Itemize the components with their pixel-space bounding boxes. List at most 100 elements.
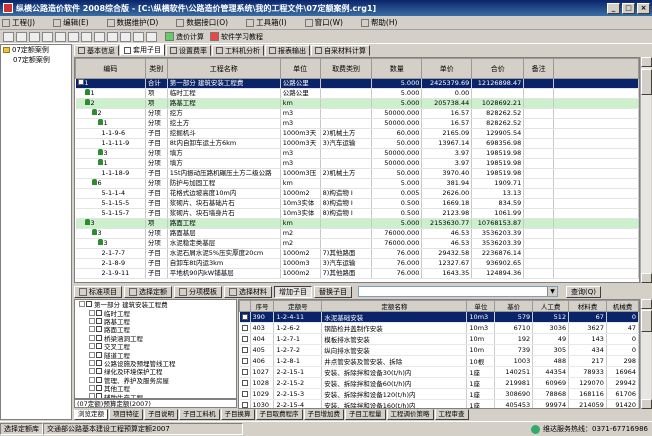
tree-node[interactable]: 路基工程 bbox=[75, 317, 236, 326]
add-item-button[interactable]: 增加子目 bbox=[274, 285, 312, 298]
grid-header[interactable]: 单位 bbox=[466, 300, 496, 312]
copy-icon[interactable] bbox=[55, 31, 66, 42]
bottom-tab[interactable]: 子目取费程序 bbox=[255, 409, 303, 420]
table-row[interactable]: 1028 2-2-15-2 安装、拆除拌和设备60(t/h)内 1座 219981 609… bbox=[239, 377, 639, 389]
grid-header[interactable]: 单价 bbox=[421, 58, 473, 79]
table-row[interactable]: 1 合计 第一部分 建筑安装工程费 公路公里 5.000 2425379.69 121268… bbox=[75, 78, 639, 89]
expand-icon[interactable] bbox=[89, 376, 95, 383]
table-row[interactable]: 5-1-15-5 子目 浆砌片、块石基础片石 10m3实体 8)构造物 I 0.500 16… bbox=[75, 198, 639, 209]
row-check-cell[interactable] bbox=[239, 322, 251, 334]
table-row[interactable]: 1 分项 填方 m3 50000.000 3.97 198519.98 bbox=[75, 158, 639, 169]
bottom-tab[interactable]: 项目特征 bbox=[109, 409, 143, 420]
bottom-tab[interactable]: 子目工料机 bbox=[179, 409, 220, 420]
tree-checkbox[interactable] bbox=[96, 343, 102, 350]
print-icon[interactable] bbox=[94, 31, 105, 42]
grid-header[interactable]: 编码 bbox=[75, 58, 146, 79]
table-row[interactable]: 1-1-11-9 子目 8t内自卸车运土方6km 1000m3天 3)汽车运输 50.00… bbox=[75, 138, 639, 149]
row-check-cell[interactable] bbox=[239, 333, 251, 345]
table-row[interactable]: 406 1-2-8-1 井点管安装及管安装、拆除 10根 1003 488 217 298 bbox=[239, 355, 639, 367]
table-row[interactable]: 2-1-8-9 子目 自卸车8t内运3km 1000m3 3)汽车运输 76.000 123… bbox=[75, 258, 639, 269]
row-checkbox[interactable] bbox=[241, 358, 248, 364]
tree-checkbox[interactable] bbox=[86, 301, 92, 308]
tree-checkbox[interactable] bbox=[96, 368, 102, 375]
lower-toolbar-button[interactable]: 选择材料 bbox=[224, 285, 272, 298]
menu-item[interactable]: 数据接口(O) bbox=[174, 17, 230, 28]
menu-item[interactable]: 窗口(W) bbox=[303, 17, 345, 28]
menu-item[interactable]: 数据维护(D) bbox=[105, 17, 161, 28]
table-row[interactable]: 1029 2-2-15-3 安装、拆除拌和设备120(t/h)内 1座 308690 78… bbox=[239, 388, 639, 400]
expand-icon[interactable] bbox=[89, 385, 95, 392]
scroll-thumb[interactable] bbox=[641, 310, 652, 332]
upper-tab[interactable]: 报表输出 bbox=[265, 45, 310, 56]
expand-icon[interactable] bbox=[89, 368, 95, 375]
tree-node[interactable]: 管理、养护及服务房屋 bbox=[75, 376, 236, 385]
project-child[interactable]: 07定额案例 bbox=[1, 55, 71, 65]
tree-checkbox[interactable] bbox=[96, 351, 102, 358]
left-arrow-icon[interactable] bbox=[133, 31, 144, 42]
table-row[interactable]: 1-1-9-6 子目 挖掘机斗 1000m3天 2)机械土方 60.000 2165.09 1… bbox=[75, 128, 639, 139]
lower-toolbar-button[interactable]: 标准项目 bbox=[74, 285, 122, 298]
bottom-tab[interactable]: 子目增加费 bbox=[303, 409, 344, 420]
row-checkbox[interactable] bbox=[241, 314, 248, 320]
estimate-scrollbar[interactable] bbox=[640, 57, 652, 283]
right-arrow-icon[interactable] bbox=[146, 31, 157, 42]
row-checkbox[interactable] bbox=[241, 325, 248, 331]
grid-header[interactable]: 定额号 bbox=[273, 300, 323, 312]
table-row[interactable]: 3 项路面工程 km 5.000 2153630.77 10768153.87 bbox=[75, 218, 639, 229]
tree-node[interactable]: 桥梁涵洞工程 bbox=[75, 334, 236, 343]
tree-checkbox[interactable] bbox=[96, 334, 102, 341]
table-row[interactable]: 403 1-2-6-2 钢筋检井盖制作安装 10m3 6710 3036 3627 47 bbox=[239, 322, 639, 334]
upper-tab[interactable]: 自采材料计算 bbox=[311, 45, 370, 56]
save-icon[interactable] bbox=[29, 31, 40, 42]
undo-icon[interactable] bbox=[81, 31, 92, 42]
expand-icon[interactable] bbox=[77, 79, 84, 85]
table-row[interactable]: 2-1-7-7 子目 水泥石屑水泥5%压实厚度20cm 1000m2 7)其他路面 76.… bbox=[75, 248, 639, 259]
table-row[interactable]: 1-1-18-9 子目 15t内振动压路机碾压土方二级公路 1000m3压 2)机械土方… bbox=[75, 168, 639, 179]
tree-node[interactable]: 其他工程 bbox=[75, 384, 236, 393]
row-check-cell[interactable] bbox=[239, 377, 251, 389]
upper-tab[interactable]: 设置费率 bbox=[166, 45, 211, 56]
bottom-tab[interactable]: 工程调价策略 bbox=[386, 409, 434, 420]
tree-node[interactable]: 第一部分 建筑安装工程费 bbox=[75, 300, 236, 309]
grid-header[interactable]: 序号 bbox=[249, 300, 275, 312]
menu-item[interactable]: 编辑(E) bbox=[51, 17, 91, 28]
tree-checkbox[interactable] bbox=[96, 385, 102, 392]
query-button[interactable]: 查询(Q) bbox=[566, 285, 601, 298]
expand-icon[interactable] bbox=[79, 301, 85, 308]
scroll-down-arrow[interactable] bbox=[641, 399, 652, 409]
open-file-icon[interactable] bbox=[16, 31, 27, 42]
maximize-button[interactable]: □ bbox=[622, 2, 635, 14]
upper-tab[interactable]: 工料机分析 bbox=[212, 45, 264, 56]
grid-header[interactable]: 人工费 bbox=[532, 300, 570, 312]
row-check-cell[interactable] bbox=[239, 355, 251, 367]
table-row[interactable]: 2 项路基工程 km 5.000 205738.44 1028692.21 bbox=[75, 98, 639, 109]
row-checkbox[interactable] bbox=[241, 402, 248, 408]
scroll-up-arrow[interactable] bbox=[641, 57, 652, 67]
tree-checkbox[interactable] bbox=[96, 359, 102, 366]
row-check-cell[interactable] bbox=[239, 399, 251, 408]
row-check-cell[interactable] bbox=[239, 311, 251, 323]
row-check-cell[interactable] bbox=[239, 366, 251, 378]
grid-header[interactable]: 定额名称 bbox=[321, 300, 468, 312]
row-checkbox[interactable] bbox=[241, 347, 248, 353]
tree-checkbox[interactable] bbox=[96, 326, 102, 333]
grid-header[interactable]: 备注 bbox=[523, 58, 554, 79]
menu-item[interactable]: 工程(J) bbox=[0, 17, 37, 28]
upper-tab[interactable]: 套用子目 bbox=[120, 44, 165, 56]
grid-header[interactable]: 工程名称 bbox=[166, 58, 281, 79]
grid-header[interactable] bbox=[239, 300, 251, 312]
table-row[interactable]: 1027 2-2-15-1 安装、拆除拌和设备30(t/h)内 1座 140251 443… bbox=[239, 366, 639, 378]
paste-icon[interactable] bbox=[68, 31, 79, 42]
scroll-down-arrow[interactable] bbox=[641, 273, 652, 283]
quota-scrollbar[interactable] bbox=[640, 299, 652, 409]
expand-icon[interactable] bbox=[89, 317, 95, 324]
table-row[interactable]: 390 1-2-4-11 水泥基础安装 10m3 579 512 67 0 bbox=[239, 311, 639, 323]
bottom-tab[interactable]: 浏览定额 bbox=[74, 409, 108, 420]
expand-icon[interactable] bbox=[89, 334, 95, 341]
table-row[interactable]: 3 分项 路面基层 m2 76000.000 46.53 3536203.39 bbox=[75, 228, 639, 239]
grid-header[interactable]: 取费类别 bbox=[319, 58, 373, 79]
down-arrow-icon[interactable] bbox=[120, 31, 131, 42]
tree-node[interactable]: 临时工程 bbox=[75, 308, 236, 318]
menu-item[interactable]: 工具箱(I) bbox=[244, 17, 289, 28]
tree-node[interactable]: 路面工程 bbox=[75, 325, 236, 334]
